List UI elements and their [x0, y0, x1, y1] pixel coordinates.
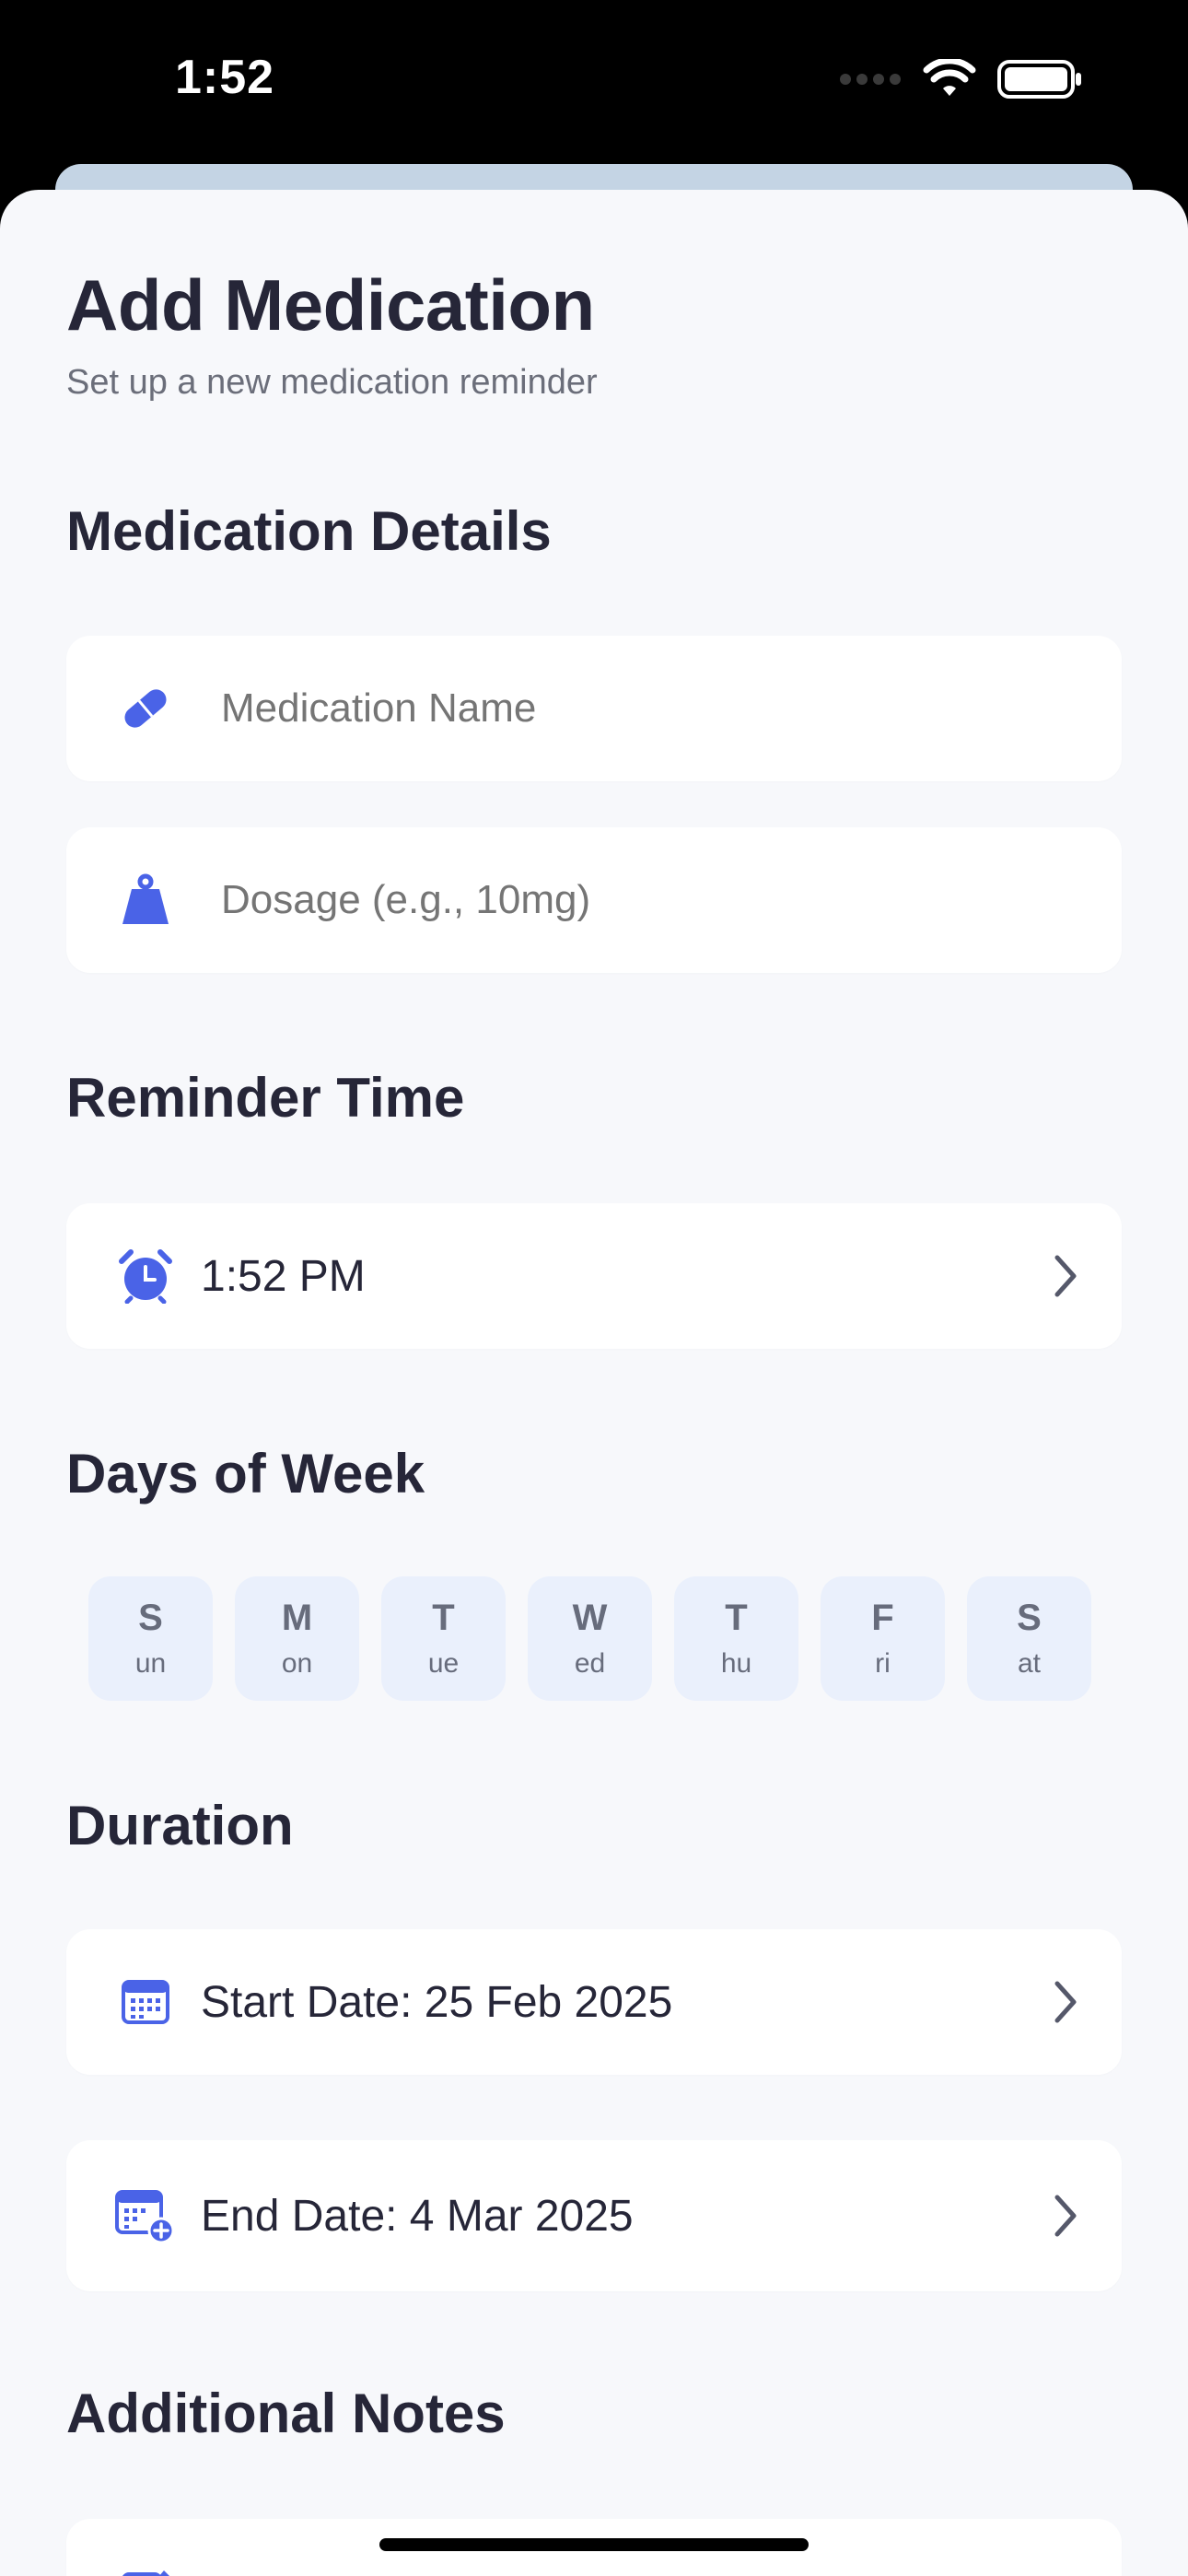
start-date-value: Start Date: 25 Feb 2025: [201, 1977, 673, 2027]
day-rest: ue: [427, 1647, 460, 1679]
day-letter: F: [871, 1597, 894, 1638]
page-title: Add Medication: [66, 264, 595, 345]
chevron-right-icon: [1054, 1255, 1077, 1297]
add-medication-sheet: Add Medication Set up a new medication r…: [0, 190, 1188, 2576]
section-title-duration: Duration: [66, 1795, 294, 1856]
wifi-icon: [923, 59, 976, 96]
medication-name-field[interactable]: [66, 636, 1122, 781]
chevron-right-icon: [1054, 2195, 1077, 2237]
pill-icon: [114, 677, 177, 740]
dosage-field[interactable]: [66, 827, 1122, 973]
medication-name-input[interactable]: [219, 685, 1052, 732]
scale-icon: [114, 869, 177, 931]
day-letter: W: [572, 1597, 608, 1638]
day-letter: T: [432, 1597, 455, 1638]
section-title-reminder-time: Reminder Time: [66, 1067, 465, 1129]
alarm-clock-icon: [114, 1245, 177, 1307]
day-letter: T: [725, 1597, 748, 1638]
status-bar: 1:52: [0, 0, 1188, 166]
status-icons: [838, 59, 1083, 100]
end-date-row[interactable]: End Date: 4 Mar 2025: [66, 2140, 1122, 2291]
section-title-additional-notes: Additional Notes: [66, 2383, 506, 2444]
reminder-time-row[interactable]: 1:52 PM: [66, 1203, 1122, 1349]
day-toggle-monday[interactable]: M on: [235, 1576, 359, 1701]
day-toggle-thursday[interactable]: T hu: [674, 1576, 798, 1701]
status-time: 1:52: [175, 51, 275, 104]
day-rest: on: [281, 1647, 313, 1679]
battery-icon: [997, 60, 1081, 99]
day-toggle-tuesday[interactable]: T ue: [381, 1576, 506, 1701]
day-toggle-saturday[interactable]: S at: [967, 1576, 1091, 1701]
calendar-icon: [114, 1971, 177, 2033]
day-rest: ed: [574, 1647, 606, 1679]
end-date-value: End Date: 4 Mar 2025: [201, 2191, 634, 2241]
cellular-signal-icon: [840, 74, 901, 85]
dosage-input[interactable]: [219, 876, 1052, 924]
chevron-right-icon: [1054, 1981, 1077, 2023]
start-date-row[interactable]: Start Date: 25 Feb 2025: [66, 1929, 1122, 2075]
day-letter: S: [1017, 1597, 1042, 1638]
day-toggle-wednesday[interactable]: W ed: [528, 1576, 652, 1701]
section-title-medication-details: Medication Details: [66, 500, 552, 562]
day-letter: M: [281, 1597, 313, 1638]
day-rest: hu: [720, 1647, 752, 1679]
day-rest: at: [1017, 1647, 1042, 1679]
home-indicator: [379, 2538, 809, 2551]
calendar-add-icon: [114, 2184, 177, 2247]
page-subtitle: Set up a new medication reminder: [66, 363, 598, 402]
day-toggle-friday[interactable]: F ri: [821, 1576, 945, 1701]
day-rest: un: [134, 1647, 167, 1679]
reminder-time-value: 1:52 PM: [201, 1251, 366, 1301]
day-rest: ri: [875, 1647, 891, 1679]
day-letter: S: [138, 1597, 163, 1638]
days-of-week-selector: S un M on T ue W ed T hu F ri S at: [88, 1576, 1091, 1701]
notes-icon: [114, 2559, 177, 2576]
day-toggle-sunday[interactable]: S un: [88, 1576, 213, 1701]
section-title-days-of-week: Days of Week: [66, 1443, 425, 1505]
